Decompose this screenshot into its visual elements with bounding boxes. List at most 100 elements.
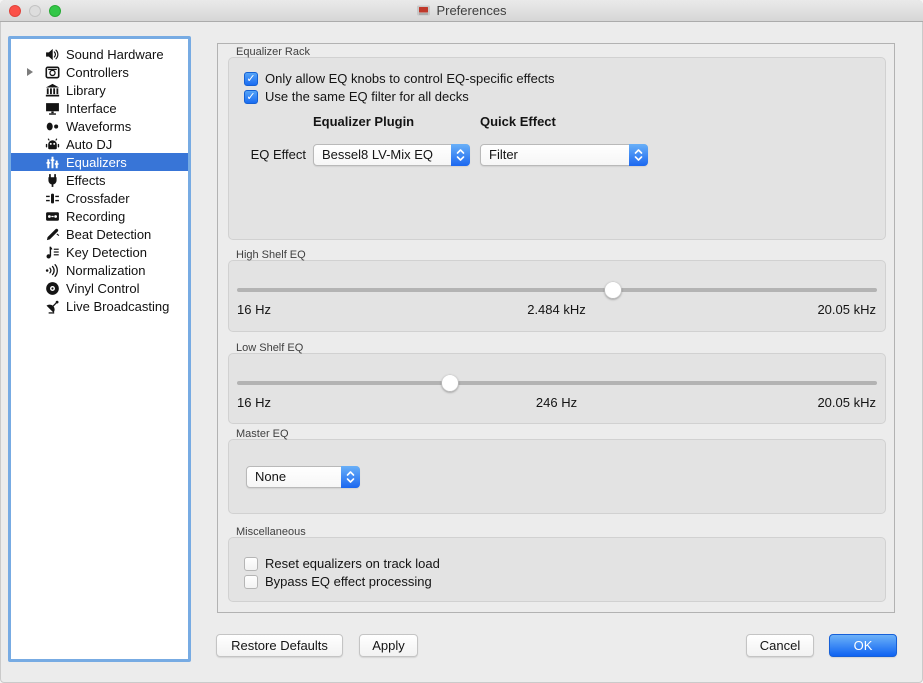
title-bar: Preferences	[0, 0, 923, 22]
low-shelf-slider-handle[interactable]	[442, 375, 459, 392]
waveforms-icon	[44, 118, 60, 134]
preferences-sidebar: Sound Hardware Controllers LibraryInterfac…	[8, 36, 191, 662]
sidebar-item-crossfader[interactable]: Crossfader	[11, 189, 188, 207]
high-shelf-slider-handle[interactable]	[605, 282, 622, 299]
zoom-window-icon[interactable]	[49, 5, 61, 17]
equalizer-plugin-value: Bessel8 LV-Mix EQ	[322, 145, 447, 165]
equalizer-plugin-select[interactable]: Bessel8 LV-Mix EQ	[313, 144, 470, 166]
sidebar-item-label: Vinyl Control	[66, 281, 139, 296]
app-icon	[416, 3, 431, 18]
dropdown-arrows-icon	[451, 144, 470, 166]
sidebar-item-label: Library	[66, 83, 106, 98]
same-filter-checkbox-label: Use the same EQ filter for all decks	[265, 89, 469, 104]
min-frequency-label: 16 Hz	[237, 302, 450, 317]
sidebar-item-sound-hardware[interactable]: Sound Hardware	[11, 45, 188, 63]
normalization-icon	[44, 262, 60, 278]
group-title: High Shelf EQ	[236, 249, 306, 261]
apply-button[interactable]: Apply	[359, 634, 418, 657]
reset-equalizers-checkbox-row: Reset equalizers on track load	[244, 556, 440, 571]
eq-effect-row-label: EQ Effect	[228, 147, 306, 162]
reset-equalizers-checkbox-label: Reset equalizers on track load	[265, 556, 440, 571]
sound-hardware-icon	[44, 46, 60, 62]
vinyl-control-icon	[44, 280, 60, 296]
bypass-eq-checkbox[interactable]	[244, 575, 258, 589]
low-shelf-eq-group: Low Shelf EQ 16 Hz 246 Hz 20.05 kHz	[228, 342, 886, 424]
group-box	[228, 353, 886, 424]
quick-effect-select[interactable]: Filter	[480, 144, 648, 166]
master-eq-value: None	[255, 467, 337, 487]
same-filter-checkbox[interactable]	[244, 90, 258, 104]
close-window-icon[interactable]	[9, 5, 21, 17]
current-frequency-label: 2.484 kHz	[450, 302, 663, 317]
sidebar-item-vinyl-control[interactable]: Vinyl Control	[11, 279, 188, 297]
sidebar-item-label: Controllers	[66, 65, 129, 80]
restore-defaults-button[interactable]: Restore Defaults	[216, 634, 343, 657]
same-filter-checkbox-row: Use the same EQ filter for all decks	[244, 89, 469, 104]
sidebar-item-interface[interactable]: Interface	[11, 99, 188, 117]
low-shelf-slider-labels: 16 Hz 246 Hz 20.05 kHz	[237, 394, 876, 410]
bypass-eq-checkbox-label: Bypass EQ effect processing	[265, 574, 432, 589]
high-shelf-eq-group: High Shelf EQ 16 Hz 2.484 kHz 20.05 kHz	[228, 249, 886, 332]
master-eq-select[interactable]: None	[246, 466, 360, 488]
quick-effect-column-header: Quick Effect	[480, 114, 556, 129]
sidebar-item-label: Equalizers	[66, 155, 127, 170]
sidebar-item-beat-detection[interactable]: Beat Detection	[11, 225, 188, 243]
equalizers-panel: Equalizer Rack Only allow EQ knobs to co…	[217, 43, 895, 613]
sidebar-item-key-detection[interactable]: Key Detection	[11, 243, 188, 261]
effects-icon	[44, 172, 60, 188]
master-eq-group: Master EQ None	[228, 428, 886, 514]
sidebar-item-library[interactable]: Library	[11, 81, 188, 99]
quick-effect-value: Filter	[489, 145, 625, 165]
sidebar-item-controllers[interactable]: Controllers	[11, 63, 188, 81]
crossfader-icon	[44, 190, 60, 206]
reset-equalizers-checkbox[interactable]	[244, 557, 258, 571]
sidebar-item-label: Crossfader	[66, 191, 130, 206]
sidebar-item-waveforms[interactable]: Waveforms	[11, 117, 188, 135]
sidebar-item-auto-dj[interactable]: Auto DJ	[11, 135, 188, 153]
sidebar-item-label: Recording	[66, 209, 125, 224]
sidebar-item-live-broadcasting[interactable]: Live Broadcasting	[11, 297, 188, 315]
equalizer-rack-group: Equalizer Rack Only allow EQ knobs to co…	[228, 46, 886, 240]
group-box	[228, 260, 886, 332]
sidebar-item-label: Normalization	[66, 263, 145, 278]
min-frequency-label: 16 Hz	[237, 395, 450, 410]
group-title: Low Shelf EQ	[236, 342, 303, 354]
equalizers-icon	[44, 154, 60, 170]
low-shelf-slider-track[interactable]	[237, 381, 877, 385]
eq-knobs-checkbox[interactable]	[244, 72, 258, 86]
max-frequency-label: 20.05 kHz	[663, 395, 876, 410]
sidebar-item-label: Auto DJ	[66, 137, 112, 152]
library-icon	[44, 82, 60, 98]
minimize-window-icon[interactable]	[29, 5, 41, 17]
controllers-icon	[44, 64, 60, 80]
sidebar-item-label: Waveforms	[66, 119, 131, 134]
sidebar-item-label: Live Broadcasting	[66, 299, 169, 314]
max-frequency-label: 20.05 kHz	[663, 302, 876, 317]
sidebar-item-recording[interactable]: Recording	[11, 207, 188, 225]
window-title: Preferences	[436, 3, 506, 18]
high-shelf-slider-labels: 16 Hz 2.484 kHz 20.05 kHz	[237, 301, 876, 317]
disclosure-triangle-icon[interactable]	[27, 68, 33, 76]
cancel-button[interactable]: Cancel	[746, 634, 814, 657]
sidebar-item-normalization[interactable]: Normalization	[11, 261, 188, 279]
sidebar-list: Sound Hardware Controllers LibraryInterfac…	[11, 39, 188, 315]
eq-knobs-checkbox-label: Only allow EQ knobs to control EQ-specif…	[265, 71, 555, 86]
equalizer-plugin-column-header: Equalizer Plugin	[313, 114, 414, 129]
live-broadcasting-icon	[44, 298, 60, 314]
bypass-eq-checkbox-row: Bypass EQ effect processing	[244, 574, 432, 589]
sidebar-item-effects[interactable]: Effects	[11, 171, 188, 189]
sidebar-item-label: Beat Detection	[66, 227, 151, 242]
sidebar-item-label: Effects	[66, 173, 106, 188]
group-title: Miscellaneous	[236, 526, 306, 538]
sidebar-item-equalizers[interactable]: Equalizers	[11, 153, 188, 171]
dropdown-arrows-icon	[341, 466, 360, 488]
miscellaneous-group: Miscellaneous Reset equalizers on track …	[228, 526, 886, 602]
preferences-window: Preferences Sound Hardware Controllers Lib…	[0, 0, 923, 683]
group-title: Equalizer Rack	[236, 46, 310, 58]
ok-button[interactable]: OK	[829, 634, 897, 657]
high-shelf-slider-track[interactable]	[237, 288, 877, 292]
group-title: Master EQ	[236, 428, 289, 440]
beat-detection-icon	[44, 226, 60, 242]
recording-icon	[44, 208, 60, 224]
dropdown-arrows-icon	[629, 144, 648, 166]
